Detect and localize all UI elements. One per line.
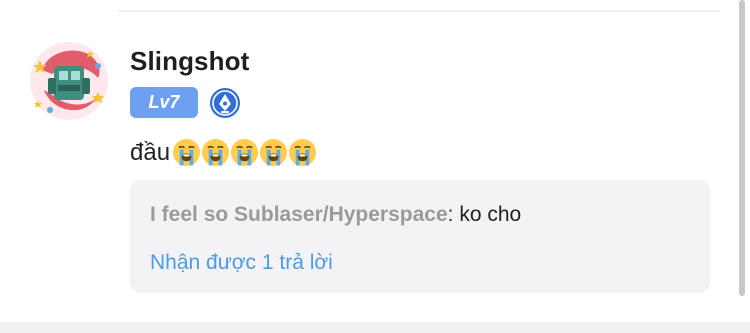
comment-message: đầu (130, 138, 317, 167)
bottom-band (0, 322, 750, 333)
username[interactable]: Slingshot (130, 46, 249, 77)
top-divider (118, 10, 720, 12)
level-label: Lv7 (148, 92, 180, 112)
loudly-crying-face-icon (202, 138, 230, 167)
level-badge: Lv7 (130, 87, 198, 118)
message-text: đầu (130, 138, 171, 166)
loudly-crying-face-icon (231, 138, 259, 167)
loudly-crying-face-icon (173, 138, 201, 167)
loudly-crying-face-icon (289, 138, 317, 167)
emoji-row (172, 138, 317, 167)
quoted-author[interactable]: I feel so Sublaser/Hyperspace (150, 203, 448, 226)
avatar[interactable] (28, 40, 110, 122)
quote-separator: : (447, 203, 460, 226)
pen-nib-badge-icon (209, 87, 241, 119)
scrollbar[interactable] (739, 0, 745, 296)
loudly-crying-face-icon (260, 138, 288, 167)
quoted-reply-box[interactable]: I feel so Sublaser/Hyperspace: ko cho Nh… (130, 180, 710, 293)
quoted-reply: I feel so Sublaser/Hyperspace: ko cho (150, 203, 521, 227)
quoted-text: ko cho (459, 203, 522, 226)
view-replies-link[interactable]: Nhận được 1 trả lời (150, 251, 333, 275)
